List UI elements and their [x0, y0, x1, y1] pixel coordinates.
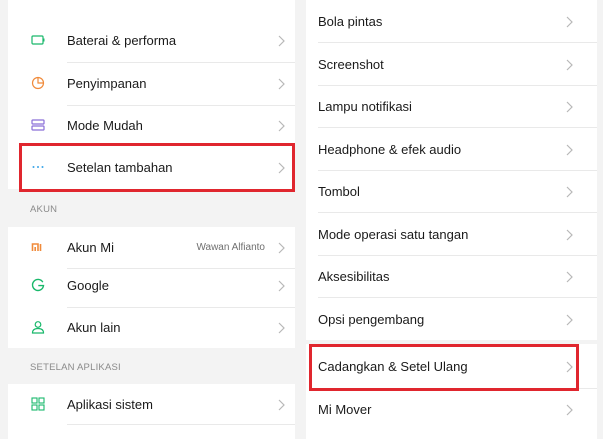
left-settings-panel: Baterai & performa Penyimpanan Mode Muda…: [8, 0, 295, 439]
row-label: Bola pintas: [318, 14, 383, 29]
chevron-right-icon: [566, 314, 573, 326]
chevron-right-icon: [278, 35, 285, 47]
row-google[interactable]: Google: [8, 265, 295, 307]
row-tombol[interactable]: Tombol: [306, 170, 597, 212]
apps-grid-icon: [31, 397, 45, 411]
row-opsi-pengembang[interactable]: Opsi pengembang: [306, 298, 597, 340]
account-name-value: Wawan Alfianto: [196, 242, 265, 253]
chevron-right-icon: [566, 144, 573, 156]
chevron-right-icon: [278, 120, 285, 132]
easy-mode-icon: [31, 119, 45, 131]
row-bola-pintas[interactable]: Bola pintas: [306, 0, 597, 42]
row-label: Aksesibilitas: [318, 269, 390, 284]
row-label: Akun lain: [67, 320, 121, 335]
row-mi-mover[interactable]: Mi Mover: [306, 388, 597, 430]
highlight-cadangkan-setel-ulang: [309, 344, 579, 391]
person-icon: [31, 321, 45, 334]
chevron-right-icon: [278, 280, 285, 292]
row-label: Tombol: [318, 184, 360, 199]
section-title: SETELAN APLIKASI: [30, 362, 121, 373]
row-divider: [67, 424, 295, 425]
chevron-right-icon: [566, 16, 573, 28]
chevron-right-icon: [566, 229, 573, 241]
row-label: Mode operasi satu tangan: [318, 227, 469, 242]
right-settings-panel: Bola pintas Screenshot Lampu notifikasi …: [306, 0, 597, 439]
account-group: Akun Mi Wawan Alfianto Google Akun lain: [8, 227, 295, 348]
google-g-icon: [31, 278, 45, 292]
section-title: AKUN: [30, 204, 58, 215]
row-lampu-notifikasi[interactable]: Lampu notifikasi: [306, 85, 597, 127]
row-penyimpanan[interactable]: Penyimpanan: [8, 63, 295, 105]
highlight-setelan-tambahan: [19, 143, 295, 192]
row-screenshot[interactable]: Screenshot: [306, 43, 597, 85]
chevron-right-icon: [278, 78, 285, 90]
row-label: Headphone & efek audio: [318, 142, 462, 157]
app-settings-group: Aplikasi sistem: [8, 384, 295, 439]
row-label: Baterai & performa: [67, 33, 177, 48]
section-header-akun: AKUN: [8, 189, 295, 227]
chevron-right-icon: [278, 322, 285, 334]
row-baterai-performa[interactable]: Baterai & performa: [8, 20, 295, 62]
row-label: Penyimpanan: [67, 76, 147, 91]
chevron-right-icon: [566, 186, 573, 198]
row-label: Aplikasi sistem: [67, 397, 153, 412]
row-aplikasi-sistem[interactable]: Aplikasi sistem: [8, 384, 295, 426]
row-label: Akun Mi: [67, 240, 114, 255]
chevron-right-icon: [566, 404, 573, 416]
row-akun-lain[interactable]: Akun lain: [8, 307, 295, 349]
chevron-right-icon: [566, 101, 573, 113]
row-label: Opsi pengembang: [318, 312, 425, 327]
mi-logo-icon: [31, 243, 42, 251]
chevron-right-icon: [566, 59, 573, 71]
row-label: Mode Mudah: [67, 118, 143, 133]
chevron-right-icon: [278, 399, 285, 411]
storage-pie-icon: [31, 76, 45, 90]
row-akun-mi[interactable]: Akun Mi Wawan Alfianto: [8, 227, 295, 269]
row-mode-operasi-satu-tangan[interactable]: Mode operasi satu tangan: [306, 213, 597, 255]
section-header-setelan-aplikasi: SETELAN APLIKASI: [8, 348, 295, 384]
row-headphone-efek-audio[interactable]: Headphone & efek audio: [306, 128, 597, 170]
row-label: Google: [67, 278, 109, 293]
row-label: Lampu notifikasi: [318, 99, 412, 114]
row-aksesibilitas[interactable]: Aksesibilitas: [306, 255, 597, 297]
row-label: Mi Mover: [318, 402, 372, 417]
row-mode-mudah[interactable]: Mode Mudah: [8, 105, 295, 147]
chevron-right-icon: [278, 242, 285, 254]
row-label: Screenshot: [318, 57, 384, 72]
chevron-right-icon: [566, 271, 573, 283]
battery-icon: [31, 35, 45, 45]
